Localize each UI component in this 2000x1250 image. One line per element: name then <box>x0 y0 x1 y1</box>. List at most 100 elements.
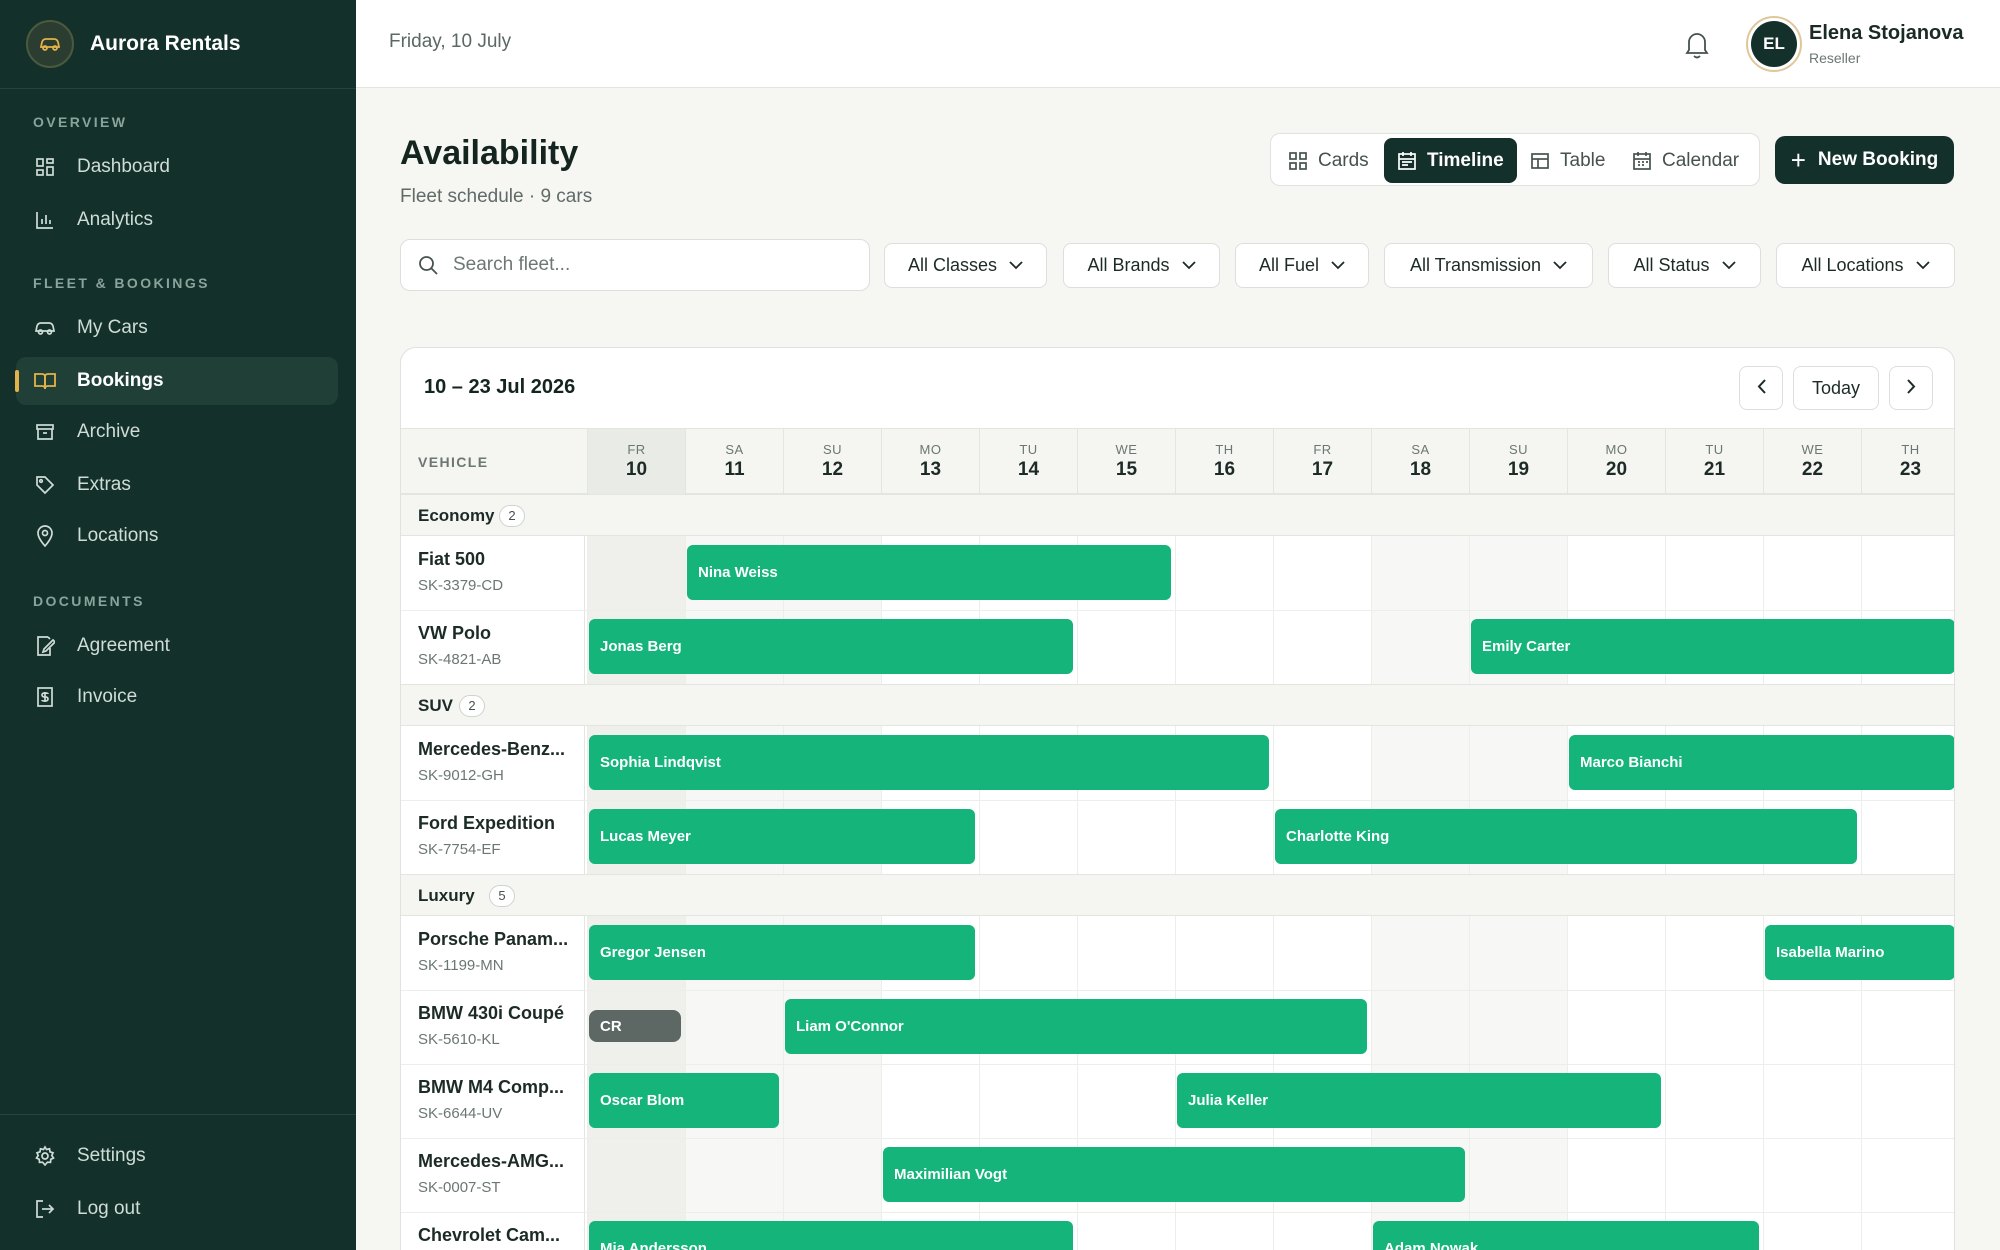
car-name[interactable]: BMW M4 Comp... <box>418 1077 564 1098</box>
day-number: 21 <box>1703 459 1726 480</box>
car-name[interactable]: Ford Expedition <box>418 813 555 834</box>
column-divider <box>1861 494 1862 1250</box>
day-column-header: SU 19 <box>1469 429 1567 494</box>
filter-brands-dropdown[interactable]: All Brands <box>1063 243 1220 288</box>
day-abbr: MO <box>919 442 942 457</box>
column-divider <box>1175 494 1176 1250</box>
car-icon <box>26 20 74 68</box>
row-divider <box>401 800 1954 801</box>
sidebar-item-analytics[interactable]: Analytics <box>16 196 338 244</box>
timeline-header: VEHICLE FR 10 SA 11 SU 12 MO 13 TU 14 WE 15 TH 16 FR 17… <box>401 428 1954 494</box>
car-name[interactable]: Fiat 500 <box>418 549 485 570</box>
day-abbr: SA <box>1411 442 1430 457</box>
booking-bar[interactable]: Liam O'Connor <box>785 999 1367 1054</box>
calendar-icon <box>1397 151 1417 171</box>
day-number: 14 <box>1017 459 1040 480</box>
view-table-button[interactable]: Table <box>1517 138 1618 183</box>
day-abbr: MO <box>1605 442 1628 457</box>
booking-bar[interactable]: Oscar Blom <box>589 1073 779 1128</box>
grid-icon <box>1288 151 1308 171</box>
booking-bar[interactable]: Nina Weiss <box>687 545 1171 600</box>
booking-bar[interactable]: Sophia Lindqvist <box>589 735 1269 790</box>
car-plate: SK-1199-MN <box>418 957 504 974</box>
avatar[interactable]: EL <box>1746 16 1802 72</box>
sidebar-item-invoice[interactable]: Invoice <box>16 673 338 721</box>
car-name[interactable]: Mercedes-AMG... <box>418 1151 564 1172</box>
booking-bar[interactable]: Maximilian Vogt <box>883 1147 1465 1202</box>
filter-status-dropdown[interactable]: All Status <box>1608 243 1761 288</box>
booking-bar[interactable]: Charlotte King <box>1275 809 1857 864</box>
sidebar-item-bookings[interactable]: Bookings <box>15 357 338 405</box>
sidebar-item-extras[interactable]: Extras <box>16 461 338 509</box>
booking-bar[interactable]: Isabella Marino <box>1765 925 1954 980</box>
day-column-header: FR 10 <box>587 429 685 494</box>
booking-bar[interactable]: Lucas Meyer <box>589 809 975 864</box>
view-timeline-button[interactable]: Timeline <box>1384 138 1517 183</box>
sidebar-item-my-cars[interactable]: My Cars <box>16 304 338 352</box>
view-cards-button[interactable]: Cards <box>1275 138 1382 183</box>
booking-bar[interactable]: Emily Carter <box>1471 619 1954 674</box>
weekend-column-shade <box>685 494 783 1250</box>
sidebar-item-agreement[interactable]: Agreement <box>16 622 338 670</box>
location-pin-icon <box>33 524 57 548</box>
sidebar-item-label: Archive <box>77 421 141 442</box>
day-number: 23 <box>1899 459 1922 480</box>
sidebar-item-settings[interactable]: Settings <box>16 1132 338 1180</box>
filter-locations-dropdown[interactable]: All Locations <box>1776 243 1955 288</box>
booking-bar[interactable]: Jonas Berg <box>589 619 1073 674</box>
filter-classes-dropdown[interactable]: All Classes <box>884 243 1047 288</box>
prev-button[interactable] <box>1739 366 1783 410</box>
brand[interactable]: Aurora Rentals <box>26 18 241 70</box>
car-name[interactable]: Porsche Panam... <box>418 929 568 950</box>
sidebar-item-label: Extras <box>77 474 131 495</box>
day-abbr: SA <box>725 442 744 457</box>
new-booking-button[interactable]: + New Booking <box>1775 136 1954 184</box>
group-count-badge: 2 <box>459 695 485 717</box>
search-input[interactable] <box>453 254 833 276</box>
day-abbr: SU <box>1508 442 1529 457</box>
car-name[interactable]: VW Polo <box>418 623 491 644</box>
day-number: 22 <box>1801 459 1824 480</box>
column-divider <box>1567 494 1568 1250</box>
date-range: 10 – 23 Jul 2026 <box>424 376 576 398</box>
day-abbr: WE <box>1801 442 1824 457</box>
row-divider <box>401 1212 1954 1213</box>
booking-bar[interactable]: Julia Keller <box>1177 1073 1661 1128</box>
invoice-icon <box>33 685 57 709</box>
timeline-card: 10 – 23 Jul 2026 Today VEHICLE FR 10 SA 11 S… <box>400 347 1955 1250</box>
group-count-badge: 2 <box>499 505 525 527</box>
sidebar-item-archive[interactable]: Archive <box>16 408 338 456</box>
filter-transmission-dropdown[interactable]: All Transmission <box>1384 243 1593 288</box>
chevron-right-icon <box>1906 378 1916 399</box>
day-number: 20 <box>1605 459 1628 480</box>
search-box[interactable] <box>400 239 870 291</box>
car-name[interactable]: BMW 430i Coupé <box>418 1003 564 1024</box>
sidebar-item-logout[interactable]: Log out <box>16 1185 338 1233</box>
sidebar-item-label: Agreement <box>77 635 170 656</box>
chevron-down-icon <box>1331 261 1345 270</box>
section-label-overview: OVERVIEW <box>33 114 128 130</box>
next-button[interactable] <box>1889 366 1933 410</box>
today-button[interactable]: Today <box>1793 366 1879 410</box>
sidebar-item-locations[interactable]: Locations <box>16 512 338 560</box>
group-row: Luxury 5 <box>401 874 1954 916</box>
car-name[interactable]: Chevrolet Cam... <box>418 1225 560 1246</box>
booking-bar[interactable]: Gregor Jensen <box>589 925 975 980</box>
column-divider <box>881 494 882 1250</box>
booking-bar[interactable]: Adam Nowak <box>1373 1221 1759 1250</box>
booking-bar[interactable]: Mia Andersson <box>589 1221 1073 1250</box>
day-column-header: TU 21 <box>1665 429 1763 494</box>
sidebar-item-dashboard[interactable]: Dashboard <box>16 143 338 191</box>
filter-fuel-dropdown[interactable]: All Fuel <box>1235 243 1369 288</box>
sidebar-item-label: Log out <box>77 1198 141 1219</box>
car-name[interactable]: Mercedes-Benz... <box>418 739 565 760</box>
group-name: Luxury <box>418 886 475 905</box>
bell-icon[interactable] <box>1682 28 1712 60</box>
view-calendar-button[interactable]: Calendar <box>1619 138 1752 183</box>
booking-bar[interactable]: CR <box>589 1010 681 1042</box>
car-plate: SK-4821-AB <box>418 651 502 668</box>
day-abbr: TH <box>1215 442 1234 457</box>
booking-bar[interactable]: Marco Bianchi <box>1569 735 1954 790</box>
car-plate: SK-3379-CD <box>418 577 504 594</box>
analytics-icon <box>33 208 57 232</box>
